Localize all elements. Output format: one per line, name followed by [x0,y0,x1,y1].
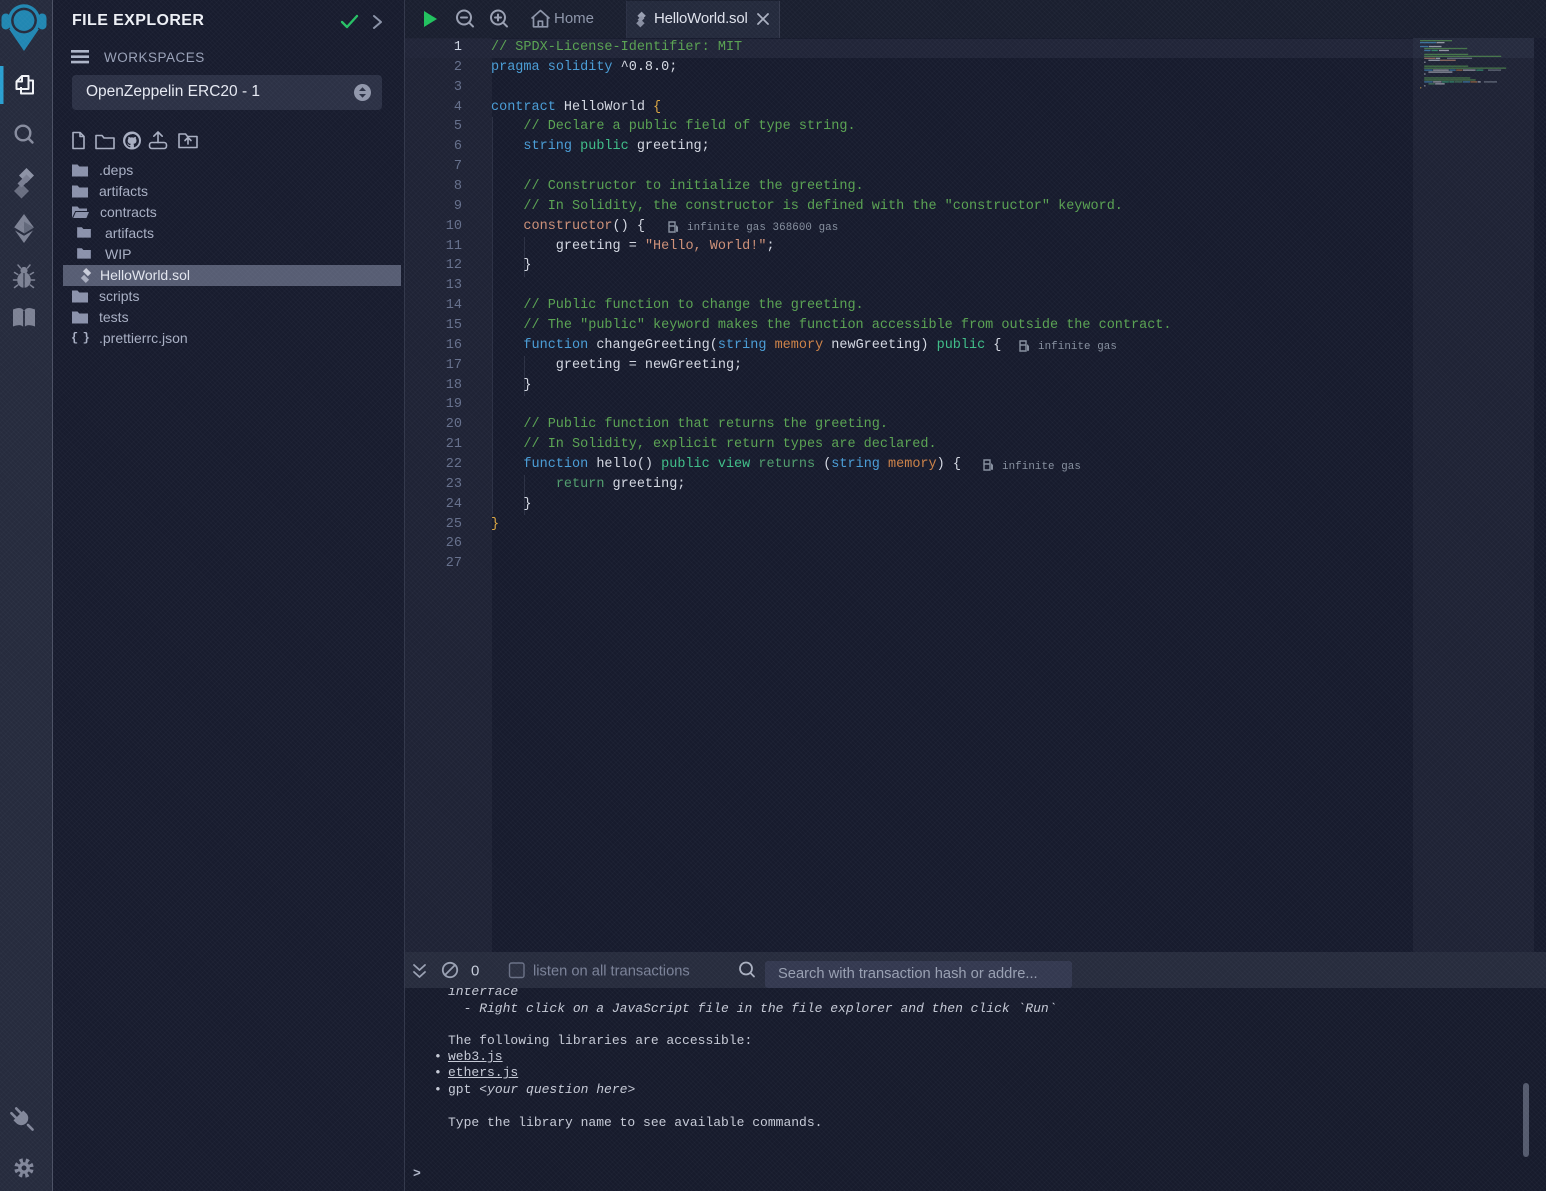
svg-text:0: 0 [471,963,479,980]
svg-text:listen on all transactions: listen on all transactions [533,964,690,980]
